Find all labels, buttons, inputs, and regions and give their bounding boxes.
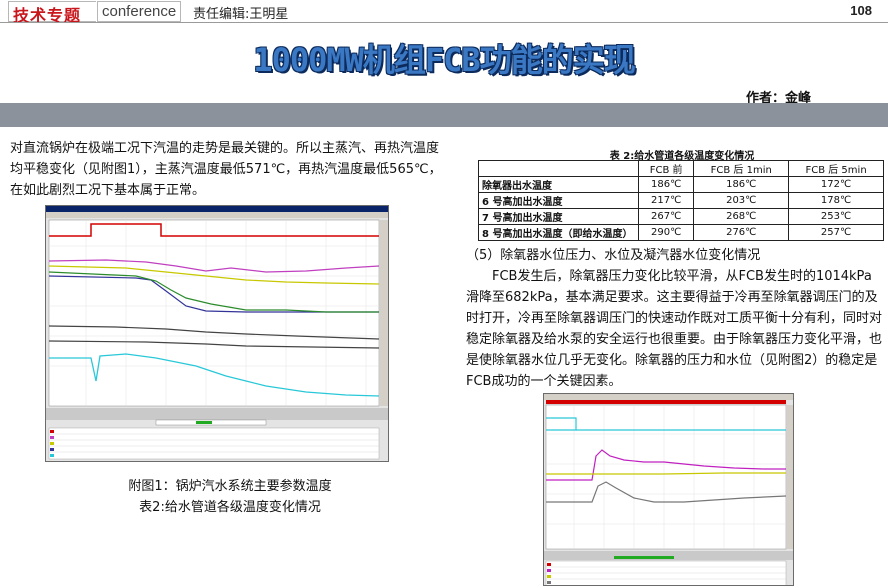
table-2-reference: 表2:给水管道各级温度变化情况 [139, 500, 321, 515]
table-row: 7 号高加出水温度 267℃ 268℃ 253℃ [478, 208, 884, 225]
header-rule [0, 22, 888, 23]
figure-2-trend-screenshot [543, 393, 794, 586]
table-cell: 257℃ [788, 224, 884, 241]
table-cell: 203℃ [693, 192, 790, 209]
table-cell: 除氧器出水温度 [478, 176, 639, 193]
section-tag: 技术专题 [8, 1, 96, 25]
figure-1-caption: 附图1：锅炉汽水系统主要参数温度 [128, 479, 332, 494]
figure-1-trend-screenshot [45, 205, 389, 462]
table-cell: 7 号高加出水温度 [478, 208, 639, 225]
page-number: 108 [850, 3, 872, 18]
table-row: 除氧器出水温度 186℃ 186℃ 172℃ [478, 176, 884, 193]
table-cell: 172℃ [788, 176, 884, 193]
table-cell: 276℃ [693, 224, 790, 241]
editor-credit: 责任编辑:王明星 [193, 7, 289, 22]
title-band [0, 103, 888, 127]
table-cell: 253℃ [788, 208, 884, 225]
table-header-cell: FCB 后 1min [693, 160, 790, 177]
table-cell: 178℃ [788, 192, 884, 209]
section-5-body: FCB发生后，除氧器压力变化比较平滑，从FCB发生时的1014kPa滑降至682… [466, 269, 883, 389]
section-5: （5）除氧器水位压力、水位及凝汽器水位变化情况 FCB发生后，除氧器压力变化比较… [466, 245, 884, 392]
table-cell: 186℃ [637, 176, 695, 193]
table-header-cell: FCB 前 [637, 160, 695, 177]
table-row: 8 号高加出水温度（即给水温度） 290℃ 276℃ 257℃ [478, 224, 884, 241]
intro-paragraph: 对直流锅炉在极端工况下汽温的走势是最关键的。所以主蒸汽、再热汽温度均平稳变化（见… [10, 141, 442, 198]
table-cell: 267℃ [637, 208, 695, 225]
table-cell: 6 号高加出水温度 [478, 192, 639, 209]
table-cell: 8 号高加出水温度（即给水温度） [478, 224, 639, 241]
section-5-heading: （5）除氧器水位压力、水位及凝汽器水位变化情况 [466, 248, 761, 263]
article-title: 1000MW机组FCB功能的实现 [253, 41, 635, 79]
table-header-row: FCB 前 FCB 后 1min FCB 后 5min [478, 160, 884, 177]
table-header-cell [478, 160, 639, 177]
table-cell: 217℃ [637, 192, 695, 209]
temperature-table: FCB 前 FCB 后 1min FCB 后 5min 除氧器出水温度 186℃… [478, 160, 884, 241]
table-cell: 268℃ [693, 208, 790, 225]
table-row: 6 号高加出水温度 217℃ 203℃ 178℃ [478, 192, 884, 209]
table-cell: 186℃ [693, 176, 790, 193]
table-header-cell: FCB 后 5min [788, 160, 884, 177]
conference-label: conference [97, 1, 182, 22]
table-cell: 290℃ [637, 224, 695, 241]
